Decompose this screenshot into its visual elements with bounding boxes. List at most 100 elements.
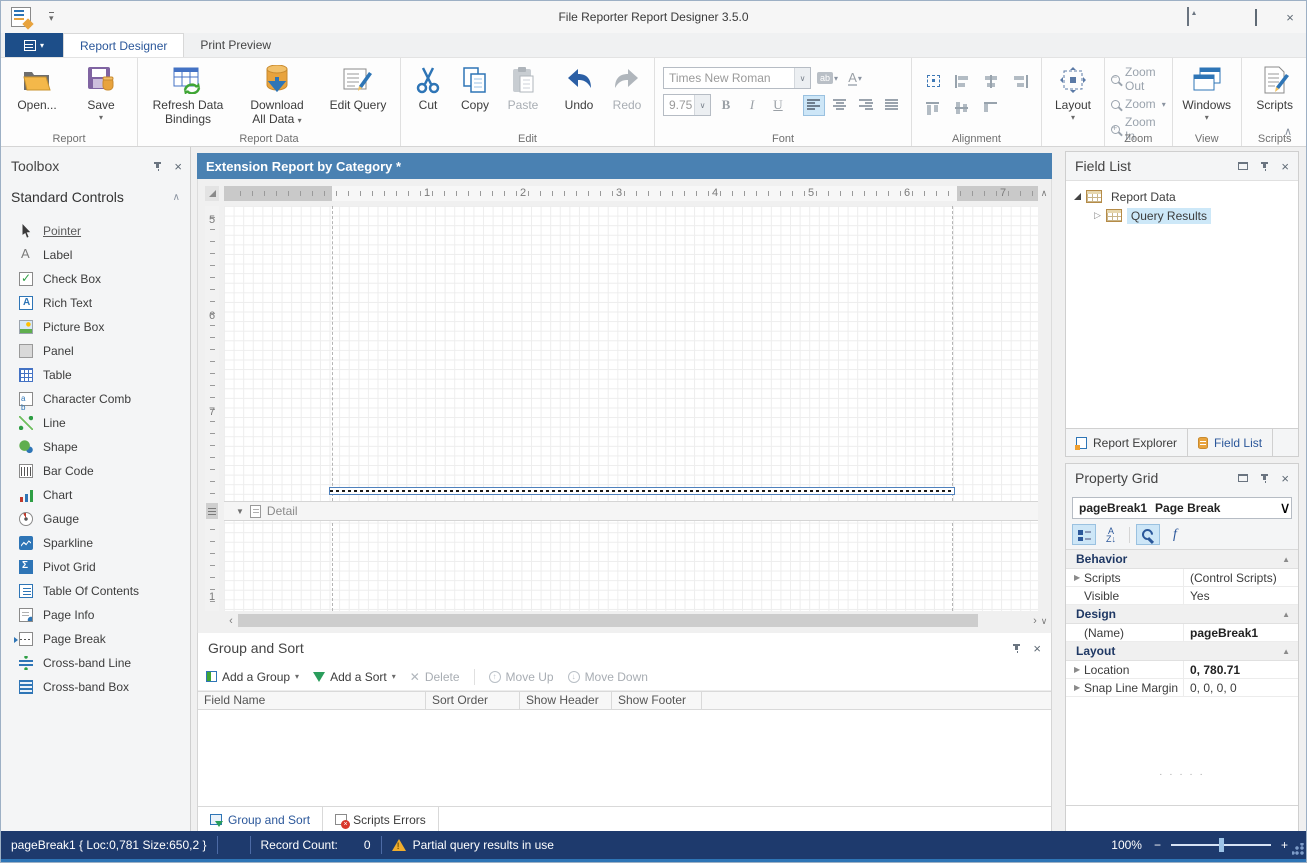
zoom-slider-track[interactable] [1171,844,1271,846]
scripts-button[interactable]: Scripts [1246,61,1304,112]
italic-button[interactable]: I [741,95,763,116]
toolbox-item[interactable]: Panel [1,339,190,363]
maximize-button[interactable] [1248,10,1264,25]
tree-node-report-data[interactable]: Report Data [1066,187,1298,206]
cut-button[interactable]: Cut [405,61,451,112]
properties-view-button[interactable] [1136,524,1160,545]
pin-icon[interactable] [1260,473,1269,484]
toolbox-item[interactable]: Gauge [1,507,190,531]
align-tops-button[interactable] [920,96,946,120]
toolbox-item[interactable]: Table [1,363,190,387]
application-menu-button[interactable]: ▾ [5,33,63,57]
toolbox-section-standard-controls[interactable]: Standard Controls ∧ [1,183,190,211]
property-value[interactable]: Yes [1184,589,1298,603]
column-header[interactable]: Show Footer [612,692,702,709]
collapse-ribbon-button[interactable]: ∧ [1284,125,1292,138]
band-splitter-grip[interactable] [206,503,218,519]
toolbox-item[interactable]: Table Of Contents [1,579,190,603]
zoom-out-slider-button[interactable]: − [1154,838,1161,852]
delete-button[interactable]: ✕Delete [410,670,460,684]
toolbox-item[interactable]: Line [1,411,190,435]
toolbox-item[interactable]: Cross-band Box [1,675,190,699]
expanded-node-icon[interactable] [1074,193,1081,200]
page-break-control-selected[interactable] [329,487,955,495]
scroll-up-icon[interactable]: ∧ [1041,188,1048,199]
tab-field-list[interactable]: Field List [1188,429,1273,456]
undo-button[interactable]: Undo [554,61,604,112]
column-header[interactable]: Show Header [520,692,612,709]
pin-icon[interactable] [1012,643,1021,654]
property-value[interactable]: pageBreak1 [1184,626,1298,640]
move-down-button[interactable]: ↓Move Down [568,670,648,684]
align-text-left-button[interactable] [803,95,825,116]
toolbox-item[interactable]: Sparkline [1,531,190,555]
maximize-panel-icon[interactable] [1238,474,1248,482]
chevron-down-icon[interactable]: ∨ [694,95,710,115]
tab-print-preview[interactable]: Print Preview [184,33,287,57]
edit-query-button[interactable]: Edit Query [320,61,396,112]
collapsed-node-icon[interactable]: ▷ [1094,210,1101,221]
category-design[interactable]: Design ▲ [1066,605,1298,624]
close-icon[interactable]: × [174,160,182,173]
move-up-button[interactable]: ↑Move Up [489,670,554,684]
justify-text-button[interactable] [881,95,903,116]
tree-node-query-results[interactable]: ▷ Query Results [1066,206,1298,225]
toolbox-item[interactable]: Shape [1,435,190,459]
open-button[interactable]: Open... [5,61,69,112]
align-bottoms-button[interactable] [978,96,1004,120]
column-header[interactable]: Field Name [198,692,426,709]
alphabetical-sort-button[interactable]: AZ↓ [1099,524,1123,545]
toolbox-item[interactable]: Character Comb [1,387,190,411]
align-text-right-button[interactable] [855,95,877,116]
windows-button[interactable]: Windows ▾ [1177,61,1237,122]
horizontal-scrollbar[interactable]: ‹ › [224,613,1042,628]
toolbox-item[interactable]: Picture Box [1,315,190,339]
report-page-surface[interactable]: ▼ Detail [224,206,1042,611]
design-canvas[interactable]: 1 2 3 4 5 6 7 [197,179,1052,633]
align-centers-button[interactable] [978,69,1004,93]
expand-property-icon[interactable]: ▶ [1074,665,1080,674]
expand-property-icon[interactable]: ▶ [1074,573,1080,582]
tab-report-explorer[interactable]: Report Explorer [1066,429,1188,456]
underline-button[interactable]: U [767,95,789,116]
maximize-panel-icon[interactable] [1238,162,1248,170]
zoom-out-button[interactable]: Zoom Out [1111,65,1166,93]
font-size-combo[interactable]: 9.75 ∨ [663,94,711,116]
column-header[interactable]: Sort Order [426,692,520,709]
pin-icon[interactable] [1260,161,1269,172]
zoom-in-slider-button[interactable]: + [1281,838,1288,852]
tab-report-designer[interactable]: Report Designer [63,33,184,57]
property-value[interactable]: 0, 0, 0, 0 [1184,681,1298,695]
tab-group-and-sort[interactable]: Group and Sort [198,807,323,832]
scrollbar-thumb[interactable] [238,614,978,627]
add-a-group-button[interactable]: Add a Group▾ [206,670,299,684]
toolbox-item[interactable]: Chart [1,483,190,507]
save-button[interactable]: Save ▾ [69,61,133,122]
toolbox-item[interactable]: Rich Text [1,291,190,315]
pin-icon[interactable] [153,161,162,172]
toolbox-item[interactable]: Pointer [1,219,190,243]
add-a-sort-button[interactable]: Add a Sort▾ [313,670,396,684]
expand-property-icon[interactable]: ▶ [1074,683,1080,692]
bold-button[interactable]: B [715,95,737,116]
vertical-scrollbar[interactable]: ∧ ∨ [1038,186,1050,629]
zoom-slider-thumb[interactable] [1219,838,1224,852]
snap-to-grid-button[interactable] [920,69,946,93]
ribbon-display-options-button[interactable] [1180,10,1196,25]
align-middles-button[interactable] [949,96,975,120]
font-name-combo[interactable]: Times New Roman ∨ [663,67,811,89]
toolbox-item[interactable]: Check Box [1,267,190,291]
toolbox-item[interactable]: Page Break [1,627,190,651]
close-button[interactable]: × [1282,10,1298,25]
close-icon[interactable]: × [1033,642,1041,655]
copy-button[interactable]: Copy [451,61,499,112]
detail-band-header[interactable]: ▼ Detail [224,501,1042,521]
toolbox-item[interactable]: Cross-band Line [1,651,190,675]
property-value[interactable]: 0, 780.71 [1184,663,1298,677]
selected-object-combo[interactable]: pageBreak1Page Break ∨ [1072,497,1292,519]
chevron-down-icon[interactable]: ∨ [794,68,810,88]
scroll-down-icon[interactable]: ∨ [1041,616,1048,627]
refresh-data-bindings-button[interactable]: Refresh Data Bindings [142,61,234,126]
chevron-down-icon[interactable]: ∨ [1279,498,1291,518]
align-rights-button[interactable] [1007,69,1033,93]
